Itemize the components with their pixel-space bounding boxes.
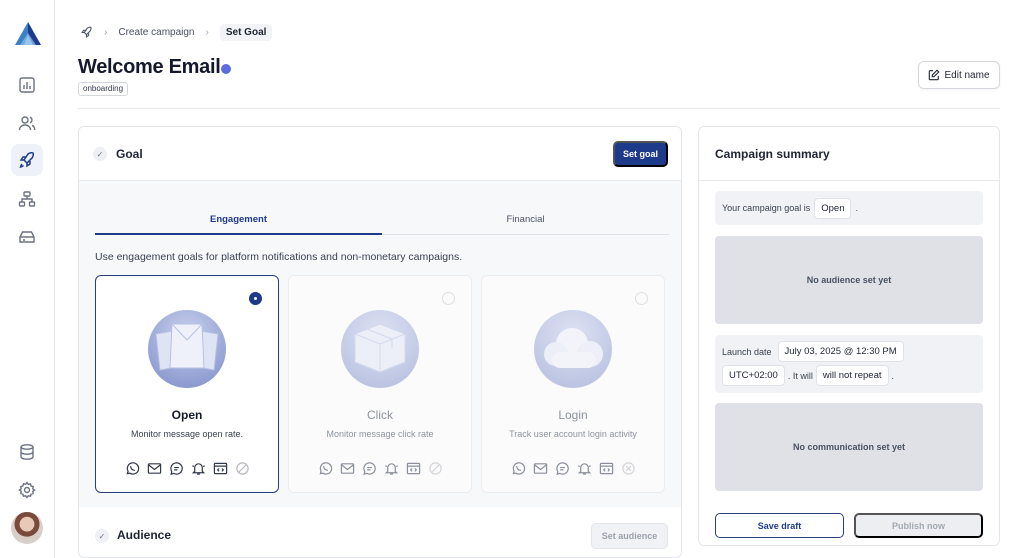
database-icon[interactable] [11,436,43,468]
status-dot [221,64,231,74]
card-title: Click [367,408,393,422]
edit-icon [929,69,940,81]
push-notification-icon [576,460,592,476]
channel-icons [96,460,278,476]
email-icon [532,460,548,476]
unavailable-icon [234,460,250,476]
workflow-icon[interactable] [11,183,43,215]
goal-card-login[interactable]: Login Track user account login activity [481,275,665,493]
box-illustration [341,310,419,388]
sms-icon [168,460,184,476]
card-title: Open [171,408,203,422]
card-subtitle: Track user account login activity [509,429,637,439]
whatsapp-icon [124,460,140,476]
edit-name-label: Edit name [944,69,990,81]
set-audience-button[interactable]: Set audience [591,523,668,549]
channel-icons [482,460,664,476]
goal-body: Engagement Financial Use engagement goal… [79,181,681,507]
audience-title: Audience [117,528,172,542]
repeat-prefix: . It will [787,370,813,381]
header-divider [78,108,1000,109]
timezone-chip: UTC+02:00 [722,365,785,386]
avatar[interactable] [11,512,43,544]
push-notification-icon [190,460,206,476]
set-goal-button[interactable]: Set goal [613,141,668,167]
envelopes-illustration [148,310,226,388]
repeat-chip: will not repeat [815,365,889,386]
channel-icons [289,460,471,476]
radio-login[interactable] [635,292,648,305]
in-app-icon [405,460,421,476]
cloud-illustration [534,310,612,388]
launch-label: Launch date [722,346,772,357]
rocket-icon[interactable] [80,26,93,39]
goal-suffix: . [855,203,858,213]
publish-now-button[interactable]: Publish now [854,513,983,538]
goal-description: Use engagement goals for platform notifi… [95,251,463,263]
summary-launch-row: Launch date July 03, 2025 @ 12:30 PM UTC… [715,335,983,393]
whatsapp-icon [317,460,333,476]
tab-engagement[interactable]: Engagement [95,209,382,235]
check-icon: ✓ [93,147,107,161]
users-icon[interactable] [11,107,43,139]
breadcrumb: › Create campaign › Set Goal [80,22,273,42]
summary-title: Campaign summary [715,147,830,161]
card-title: Login [558,408,588,422]
campaigns-rocket-icon[interactable] [11,144,43,176]
campaign-tag: onboarding [78,82,129,96]
goal-panel: ✓ Goal Set goal Engagement Financial Use… [78,126,682,558]
card-subtitle: Monitor message click rate [326,429,434,439]
whatsapp-icon [510,460,526,476]
tab-financial[interactable]: Financial [382,209,669,231]
edit-name-button[interactable]: Edit name [918,61,1000,89]
sms-icon [361,460,377,476]
page-title: Welcome Email [78,56,221,78]
chevron-right-icon: › [205,26,209,38]
summary-goal-row: Your campaign goal is Open . [715,191,983,225]
goal-value-chip: Open [814,197,852,219]
email-icon [339,460,355,476]
goal-header: ✓ Goal Set goal [79,127,681,181]
in-app-icon [212,460,228,476]
app-logo[interactable] [14,21,42,47]
goal-title: Goal [116,147,143,161]
goal-tabs: Engagement Financial [95,209,669,235]
settings-gear-icon[interactable] [11,474,43,506]
goal-prefix: Your campaign goal is [722,203,811,213]
card-subtitle: Monitor message open rate. [130,429,244,439]
unavailable-icon [620,460,636,476]
launch-date-chip: July 03, 2025 @ 12:30 PM [777,341,904,362]
push-notification-icon [383,460,399,476]
no-communication-placeholder: No communication set yet [715,403,983,491]
summary-header: Campaign summary [699,127,999,181]
inbox-icon[interactable] [11,221,43,253]
save-draft-button[interactable]: Save draft [715,513,844,538]
in-app-icon [598,460,614,476]
chevron-right-icon: › [104,26,108,38]
audience-check-icon: ✓ [95,529,109,543]
email-icon [146,460,162,476]
breadcrumb-current: Set Goal [219,23,273,41]
campaign-summary-panel: Campaign summary Your campaign goal is O… [698,126,1000,546]
breadcrumb-create-campaign[interactable]: Create campaign [118,27,194,38]
radio-click[interactable] [442,292,455,305]
goal-card-click[interactable]: Click Monitor message click rate [288,275,472,493]
unavailable-icon [427,460,443,476]
goal-card-open[interactable]: Open Monitor message open rate. [95,275,279,493]
radio-open[interactable] [249,292,262,305]
repeat-suffix: . [891,370,895,381]
no-audience-placeholder: No audience set yet [715,236,983,324]
analytics-icon[interactable] [11,69,43,101]
sms-icon [554,460,570,476]
sidebar [0,0,55,558]
